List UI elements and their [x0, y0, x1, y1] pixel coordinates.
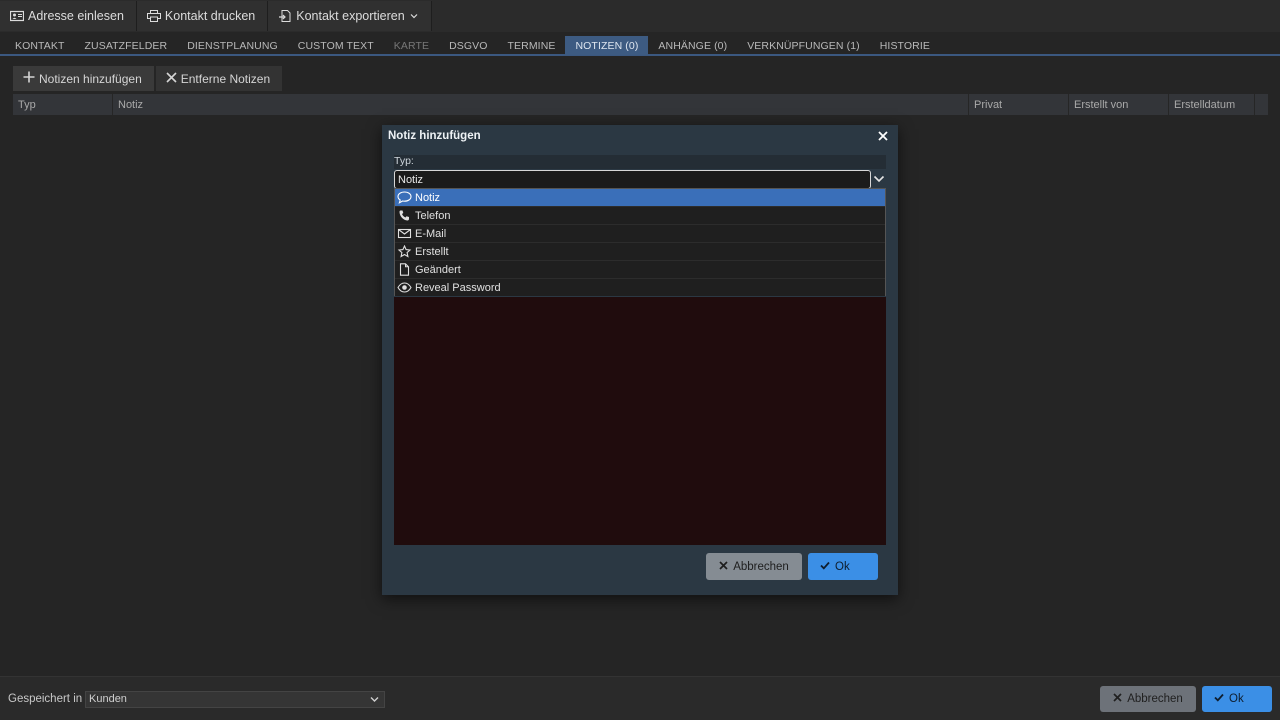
saved-in-value: Kunden	[89, 693, 127, 705]
type-combobox-input[interactable]	[394, 170, 871, 189]
option-label: E-Mail	[415, 227, 447, 240]
footer-cancel-button[interactable]: Abbrechen	[1100, 686, 1196, 712]
tab-custom-text[interactable]: CUSTOM TEXT	[288, 36, 384, 55]
chevron-down-icon	[409, 12, 419, 20]
add-note-dialog: Notiz hinzufügen Typ: Notiz Telefon E-Ma…	[382, 125, 898, 595]
cancel-label: Abbrechen	[733, 560, 789, 573]
tab-bar: KONTAKT ZUSATZFELDER DIENSTPLANUNG CUSTO…	[0, 36, 1280, 56]
tab-notizen[interactable]: NOTIZEN (0)	[565, 36, 649, 55]
footer-ok-button[interactable]: Ok	[1202, 686, 1272, 712]
tab-kontakt[interactable]: KONTAKT	[5, 36, 75, 55]
plus-icon	[23, 71, 35, 86]
footer-bar: Gespeichert in Kunden Abbrechen Ok	[0, 676, 1280, 720]
x-icon	[1113, 693, 1122, 705]
tab-verknuepfungen[interactable]: VERKNÜPFUNGEN (1)	[737, 36, 870, 55]
dialog-ok-button[interactable]: Ok	[808, 553, 878, 580]
option-e-mail[interactable]: E-Mail	[395, 225, 885, 242]
chevron-down-icon[interactable]	[872, 172, 886, 186]
notes-table-header: Typ Notiz Privat Erstellt von Erstelldat…	[13, 94, 1268, 115]
document-icon	[397, 263, 412, 276]
phone-icon	[397, 209, 412, 222]
printer-icon	[146, 10, 161, 22]
top-toolbar: Adresse einlesen Kontakt drucken Kontakt…	[0, 0, 1280, 32]
saved-in-select[interactable]: Kunden	[85, 691, 385, 708]
ok-label: Ok	[835, 560, 850, 573]
option-label: Reveal Password	[415, 281, 501, 294]
envelope-icon	[397, 227, 412, 240]
chevron-down-icon	[369, 694, 380, 710]
checkmark-icon	[1214, 693, 1224, 705]
option-label: Notiz	[415, 191, 441, 204]
notes-toolbar: Notizen hinzufügen Entferne Notizen	[13, 66, 283, 91]
column-header-erstelldatum[interactable]: Erstelldatum	[1169, 94, 1255, 115]
export-contact-label: Kontakt exportieren	[296, 9, 405, 23]
option-erstellt[interactable]: Erstellt	[395, 243, 885, 260]
tab-termine[interactable]: TERMINE	[498, 36, 566, 55]
option-geaendert[interactable]: Geändert	[395, 261, 885, 278]
tab-dsgvo[interactable]: DSGVO	[439, 36, 497, 55]
x-icon	[719, 560, 728, 573]
tab-historie[interactable]: HISTORIE	[870, 36, 940, 55]
remove-notes-label: Entferne Notizen	[180, 71, 271, 86]
x-icon	[166, 71, 177, 86]
option-telefon[interactable]: Telefon	[395, 207, 885, 224]
column-header-privat[interactable]: Privat	[969, 94, 1069, 115]
type-dropdown-list: Notiz Telefon E-Mail Erstellt Geändert R…	[394, 188, 886, 296]
export-contact-button[interactable]: Kontakt exportieren	[268, 1, 432, 31]
speech-bubble-icon	[397, 191, 412, 204]
ok-label: Ok	[1229, 693, 1244, 705]
print-contact-button[interactable]: Kontakt drucken	[136, 1, 269, 31]
cancel-label: Abbrechen	[1127, 693, 1183, 705]
tab-dienstplanung[interactable]: DIENSTPLANUNG	[177, 36, 288, 55]
dialog-title: Notiz hinzufügen	[388, 130, 481, 142]
checkmark-icon	[820, 561, 830, 573]
note-textarea[interactable]	[394, 297, 886, 545]
remove-notes-button[interactable]: Entferne Notizen	[155, 66, 283, 91]
tab-karte: KARTE	[393, 39, 430, 52]
option-label: Geändert	[415, 263, 461, 276]
id-card-icon	[10, 10, 24, 22]
column-header-notiz[interactable]: Notiz	[113, 94, 969, 115]
export-icon	[278, 9, 292, 23]
print-contact-label: Kontakt drucken	[164, 9, 256, 23]
column-header-typ[interactable]: Typ	[13, 94, 113, 115]
option-label: Erstellt	[415, 245, 449, 258]
option-notiz[interactable]: Notiz	[395, 189, 885, 206]
tab-anhaenge[interactable]: ANHÄNGE (0)	[648, 36, 737, 55]
read-address-button[interactable]: Adresse einlesen	[0, 1, 137, 31]
add-notes-button[interactable]: Notizen hinzufügen	[13, 66, 154, 91]
option-label: Telefon	[415, 209, 451, 222]
read-address-label: Adresse einlesen	[28, 9, 124, 23]
close-icon[interactable]	[876, 129, 890, 143]
dialog-cancel-button[interactable]: Abbrechen	[706, 553, 802, 580]
column-header-erstellt-von[interactable]: Erstellt von	[1069, 94, 1169, 115]
eye-icon	[397, 281, 412, 294]
star-icon	[397, 245, 412, 258]
add-notes-label: Notizen hinzufügen	[39, 71, 142, 86]
saved-in-label: Gespeichert in	[8, 693, 83, 705]
type-field-label: Typ:	[394, 155, 886, 169]
tab-zusatzfelder[interactable]: ZUSATZFELDER	[75, 36, 178, 55]
option-reveal-password[interactable]: Reveal Password	[395, 279, 885, 296]
